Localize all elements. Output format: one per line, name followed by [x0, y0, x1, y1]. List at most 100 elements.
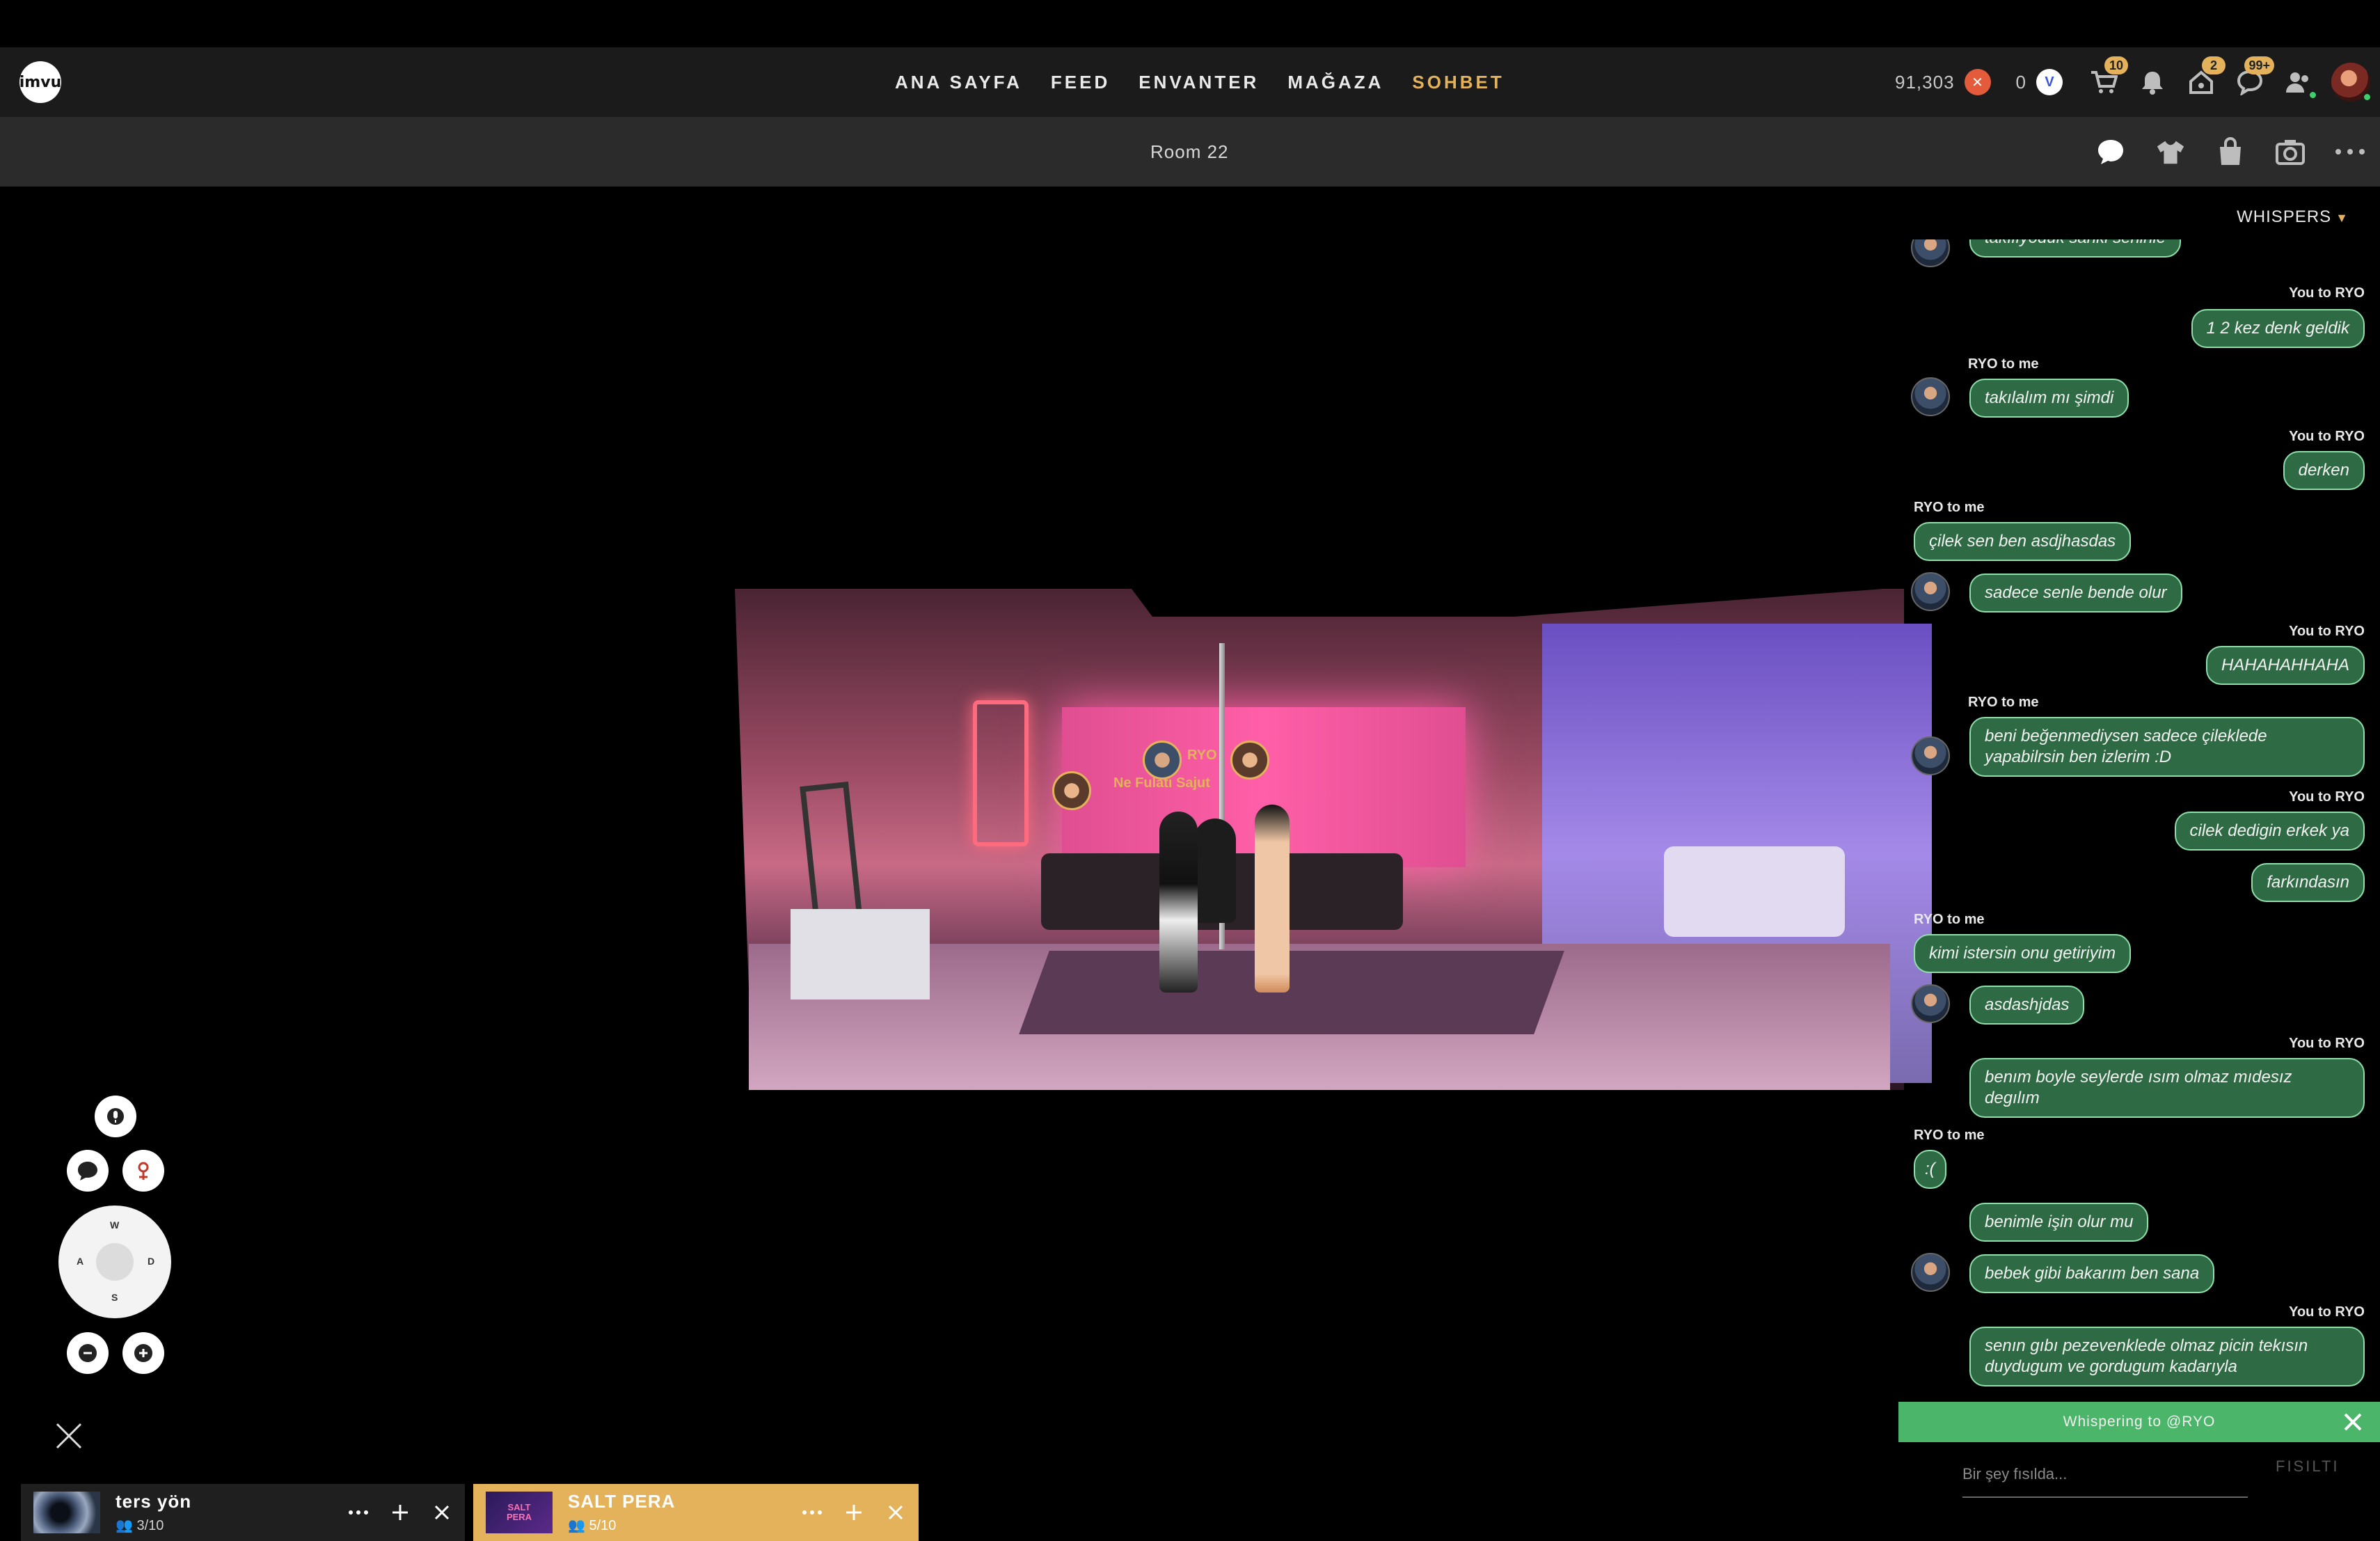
messages-icon[interactable]: 99+ — [2234, 56, 2274, 98]
scene-avatar-bubble-3[interactable] — [1230, 741, 1269, 780]
chat-message: takılalım mı şimdi — [1969, 379, 2129, 418]
dpad-down-key[interactable]: S — [111, 1292, 118, 1303]
close-icon[interactable] — [53, 1420, 85, 1452]
nav-envanter[interactable]: ENVANTER — [1139, 72, 1259, 93]
room-thumbnail: SALT PERA — [486, 1492, 553, 1533]
chat-message: farkındasın — [2251, 863, 2365, 902]
message-sender: You to RYO — [2289, 285, 2365, 301]
room-occupancy: 👥 5/10 — [568, 1517, 675, 1534]
dpad-right-key[interactable]: D — [148, 1256, 154, 1267]
home-icon[interactable]: 2 — [2185, 56, 2226, 98]
messages-badge: 99+ — [2244, 56, 2274, 74]
nav-ana-sayfa[interactable]: ANA SAYFA — [895, 72, 1022, 93]
message-sender: RYO to me — [1914, 1128, 1985, 1143]
dpad-up-key[interactable]: W — [110, 1219, 119, 1231]
camera-center-icon[interactable] — [96, 1243, 134, 1281]
microphone-button[interactable] — [95, 1096, 136, 1137]
user-online-dot — [2363, 93, 2372, 102]
room-tab-ters-yon[interactable]: ters yön 👥 3/10 — [21, 1484, 465, 1541]
close-icon[interactable] — [2341, 1410, 2365, 1434]
imvu-logo[interactable]: imvu — [19, 61, 61, 103]
vcoin-icon[interactable]: V — [2036, 69, 2063, 95]
room-occupancy-value: 5/10 — [589, 1518, 617, 1533]
chat-message: beni beğenmediysen sadece çileklede yapa… — [1969, 717, 2365, 777]
message-sender: You to RYO — [2289, 429, 2365, 444]
scene-bed — [1664, 846, 1845, 937]
chat-message-list[interactable]: takılıyoduk sanki seninle You to RYO 1 2… — [1898, 239, 2380, 1398]
ryo-avatar[interactable] — [1911, 736, 1950, 775]
friends-icon[interactable] — [2283, 66, 2317, 100]
chat-message: sadece senle bende olur — [1969, 574, 2182, 613]
room-tab-actions — [802, 1484, 906, 1541]
zoom-in-button[interactable] — [122, 1332, 164, 1374]
top-navbar: imvu ANA SAYFA FEED ENVANTER MAĞAZA SOHB… — [0, 47, 2380, 117]
more-options-icon[interactable] — [348, 1502, 369, 1523]
online-status-dot — [2308, 90, 2317, 100]
scene-name-tag-ryo: RYO — [1187, 748, 1217, 763]
scene-avatar-bubble-2[interactable] — [1143, 741, 1182, 780]
scene-name-tag-user: Ne Fulatı Sajut — [1113, 775, 1210, 791]
scene-cabinet — [791, 909, 930, 999]
more-options-icon[interactable] — [2334, 136, 2366, 168]
ryo-avatar[interactable] — [1911, 1253, 1950, 1292]
chat-message: benimle işin olur mu — [1969, 1203, 2149, 1242]
chat-message: çilek sen ben asdjhasdas — [1914, 522, 2132, 561]
camera-icon[interactable] — [2274, 136, 2306, 168]
add-icon[interactable] — [390, 1502, 411, 1523]
main-nav: ANA SAYFA FEED ENVANTER MAĞAZA SOHBET — [895, 47, 1505, 117]
nav-feed[interactable]: FEED — [1051, 72, 1110, 93]
ryo-avatar[interactable] — [1911, 984, 1950, 1023]
room-tab-salt-pera[interactable]: SALT PERA SALT PERA 👥 5/10 — [473, 1484, 919, 1541]
message-sender: You to RYO — [2289, 624, 2365, 639]
avatar-character-2[interactable] — [1255, 805, 1290, 993]
whisper-input[interactable] — [1962, 1452, 2248, 1498]
send-whisper-button[interactable]: FISILTI — [2276, 1457, 2340, 1476]
chat-message: HAHAHAHHAHA — [2205, 646, 2365, 685]
close-icon[interactable] — [885, 1502, 906, 1523]
message-sender: You to RYO — [2289, 1036, 2365, 1051]
voice-button[interactable] — [122, 1150, 164, 1192]
zoom-out-button[interactable] — [67, 1332, 109, 1374]
nav-sohbet[interactable]: SOHBET — [1412, 72, 1504, 93]
chat-message: takılıyoduk sanki seninle — [1969, 239, 2182, 258]
chat-bubble-icon[interactable] — [2095, 136, 2127, 168]
message-sender: RYO to me — [1914, 912, 1985, 927]
room-thumbnail-text: SALT PERA — [506, 1502, 532, 1522]
scene-rug — [1019, 951, 1564, 1034]
chat-message: senın gıbı pezevenklede olmaz picin tekı… — [1969, 1327, 2365, 1386]
room-occupancy-value: 3/10 — [136, 1518, 164, 1533]
ryo-avatar[interactable] — [1911, 572, 1950, 611]
avatar-character-1[interactable] — [1159, 812, 1198, 993]
room-toolbar: Room 22 — [0, 117, 2380, 187]
chevron-down-icon: ▼ — [2335, 211, 2349, 225]
chat-toggle-button[interactable] — [67, 1150, 109, 1192]
ryo-avatar[interactable] — [1911, 377, 1950, 416]
chat-message: kimi istersin onu getiriyim — [1914, 934, 2132, 973]
chat-message: derken — [2283, 451, 2365, 490]
cart-badge: 10 — [2104, 56, 2128, 74]
scene-neon-sign — [973, 700, 1029, 846]
scene-avatar-bubble-1[interactable] — [1052, 771, 1091, 810]
whisper-chat-panel: WHISPERS▼ takılıyoduk sanki seninle You … — [1898, 187, 2380, 1401]
avatar-character-man[interactable] — [1194, 819, 1236, 923]
ryo-avatar[interactable] — [1911, 239, 1950, 267]
movement-dpad[interactable]: W A D S — [58, 1206, 171, 1318]
cart-icon[interactable]: 10 — [2088, 56, 2128, 98]
more-options-icon[interactable] — [802, 1502, 823, 1523]
credits-coin-icon[interactable]: ✕ — [1964, 69, 1991, 95]
people-icon: 👥 — [116, 1518, 137, 1533]
shopping-bag-icon[interactable] — [2214, 136, 2246, 168]
whispers-dropdown[interactable]: WHISPERS ▼ — [2237, 207, 2349, 227]
notifications-icon[interactable] — [2136, 66, 2168, 98]
close-icon[interactable] — [431, 1502, 452, 1523]
chat-message: 1 2 kez denk geldik — [2191, 309, 2365, 348]
nav-magaza[interactable]: MAĞAZA — [1287, 72, 1383, 93]
outfit-icon[interactable] — [2155, 136, 2187, 168]
message-sender: RYO to me — [1914, 500, 1985, 515]
home-badge: 2 — [2202, 56, 2226, 74]
add-icon[interactable] — [843, 1502, 864, 1523]
room-thumbnail — [33, 1492, 100, 1533]
user-avatar[interactable] — [2331, 63, 2372, 102]
whispers-label: WHISPERS — [2237, 207, 2332, 226]
dpad-left-key[interactable]: A — [77, 1256, 84, 1267]
